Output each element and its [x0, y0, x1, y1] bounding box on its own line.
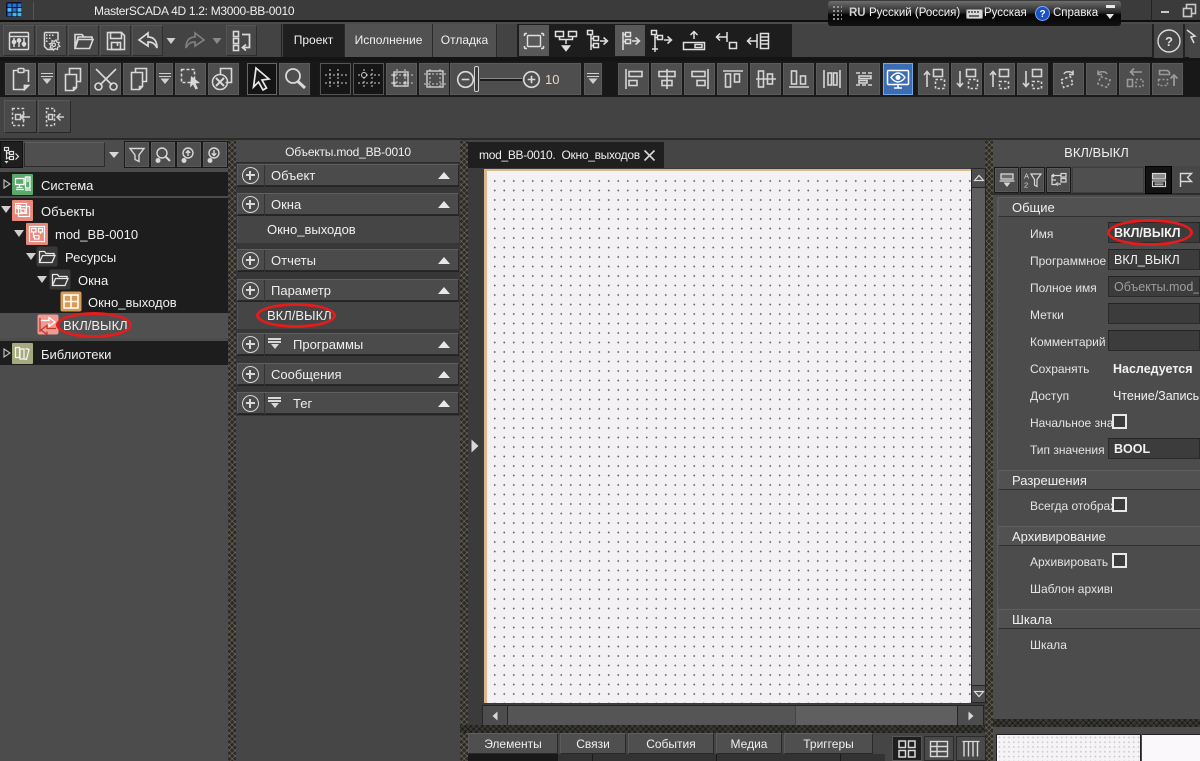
svg-text:?: ? — [1039, 9, 1045, 20]
svg-text:A: A — [1024, 172, 1029, 181]
svg-text:?: ? — [1165, 34, 1173, 49]
svg-text:2: 2 — [1024, 181, 1028, 189]
